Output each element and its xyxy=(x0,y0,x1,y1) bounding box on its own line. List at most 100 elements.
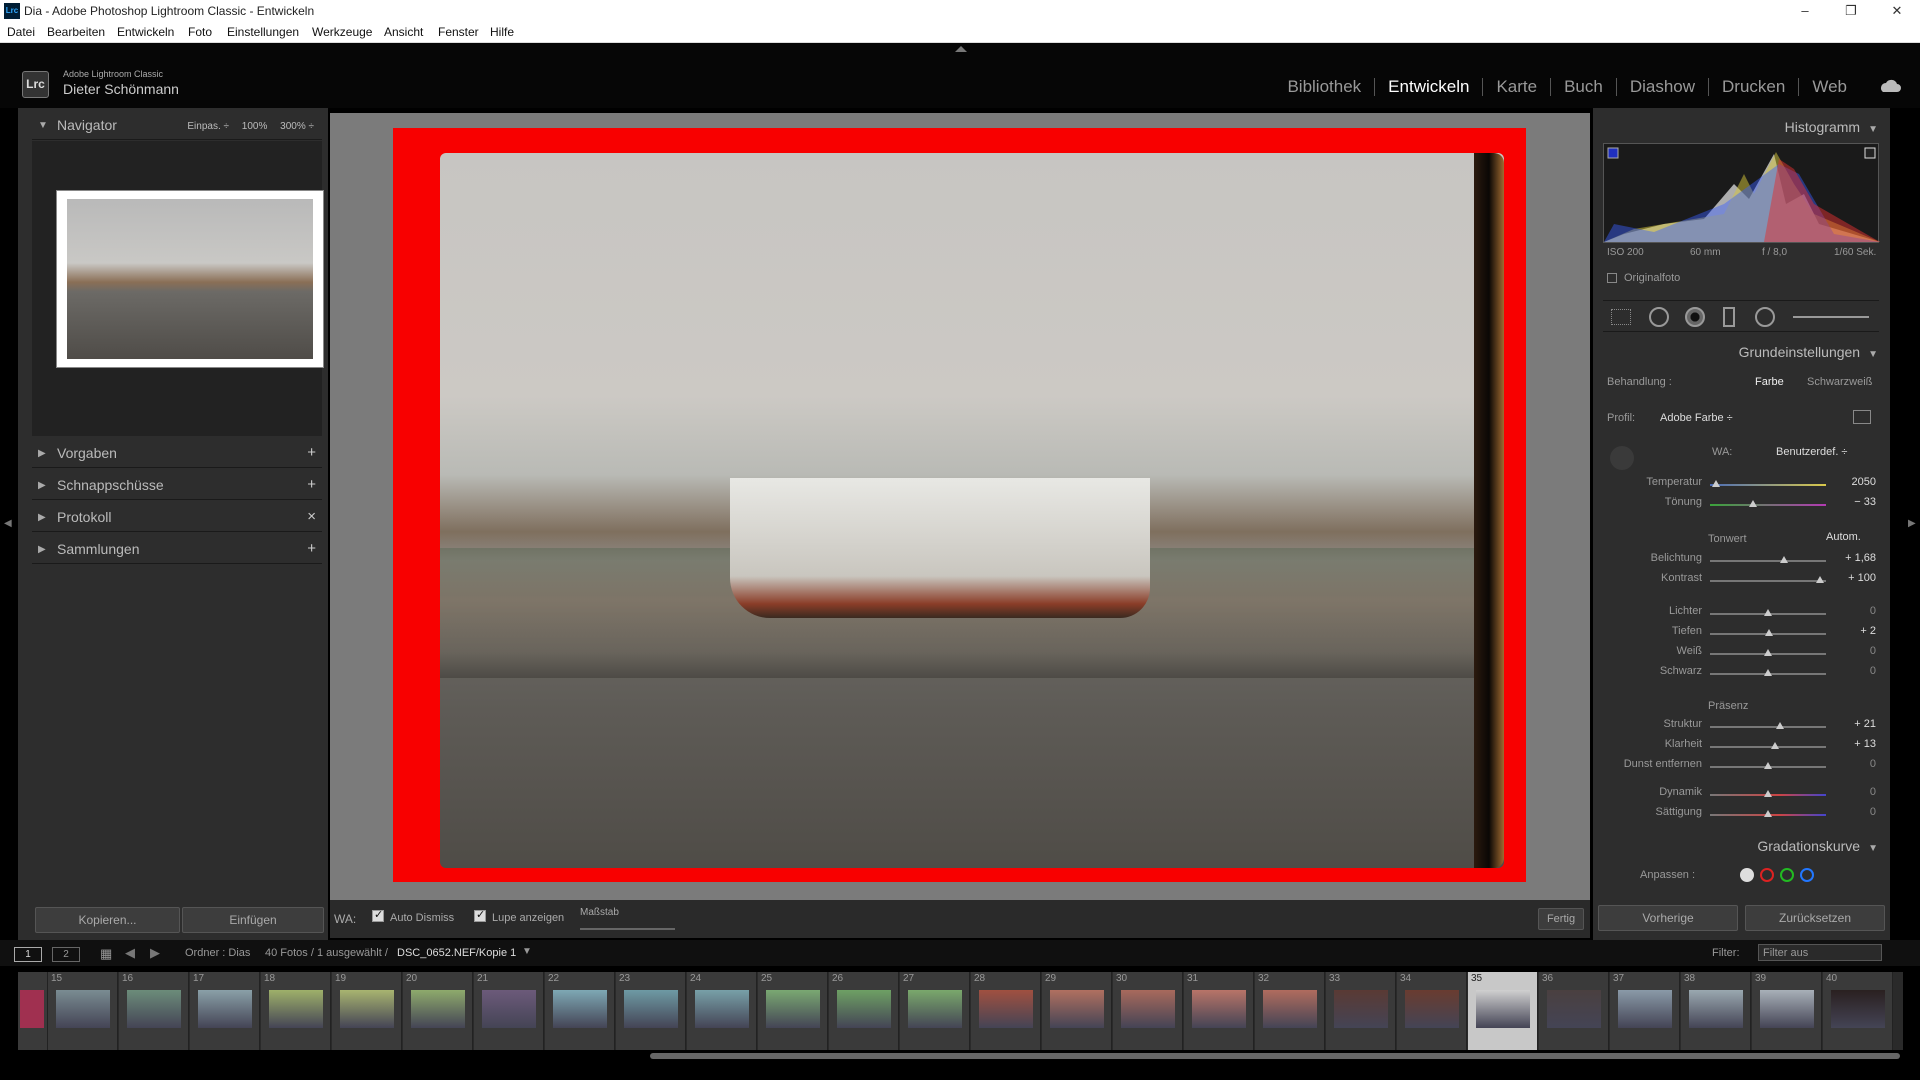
slider-knob[interactable] xyxy=(1764,762,1772,769)
zoom-fit[interactable]: Einpas. ÷ xyxy=(187,121,229,132)
module-karte[interactable]: Karte xyxy=(1483,78,1552,96)
filmstrip-frame[interactable]: 27 xyxy=(900,972,970,1050)
tone-curve-header[interactable]: Gradationskurve ▼ xyxy=(1757,838,1878,854)
histogram[interactable] xyxy=(1603,143,1880,243)
loupe-checkbox[interactable] xyxy=(474,908,486,922)
scale-slider[interactable] xyxy=(580,928,675,930)
treatment-color[interactable]: Farbe xyxy=(1755,376,1784,388)
filmstrip-frame[interactable]: 15 xyxy=(48,972,118,1050)
filmstrip-frame[interactable]: 24 xyxy=(687,972,757,1050)
slider-value[interactable]: 0 xyxy=(1816,605,1876,617)
slider-track[interactable] xyxy=(1710,480,1826,487)
copy-button[interactable]: Kopieren... xyxy=(35,907,180,933)
menu-einstellungen[interactable]: Einstellungen xyxy=(227,25,299,39)
maximize-button[interactable]: ❐ xyxy=(1828,0,1874,22)
slider-knob[interactable] xyxy=(1770,742,1779,749)
curve-rgb-icon[interactable] xyxy=(1740,868,1754,882)
navigator-preview[interactable] xyxy=(32,141,324,436)
slider-track[interactable] xyxy=(1710,576,1826,583)
slider-knob[interactable] xyxy=(1711,480,1720,487)
curve-blue-icon[interactable] xyxy=(1800,868,1814,882)
slider-track[interactable] xyxy=(1710,762,1826,769)
clear-history-icon[interactable]: × xyxy=(307,508,316,525)
back-arrow-icon[interactable]: ◀ xyxy=(125,945,135,961)
slider-value[interactable]: 2050 xyxy=(1816,476,1876,488)
wb-picker-icon[interactable] xyxy=(1610,446,1634,470)
filmstrip-frame[interactable]: 19 xyxy=(332,972,402,1050)
slider-knob[interactable] xyxy=(1748,500,1757,507)
current-file[interactable]: DSC_0652.NEF/Kopie 1 xyxy=(397,947,516,959)
module-diashow[interactable]: Diashow xyxy=(1617,78,1710,96)
menu-fenster[interactable]: Fenster xyxy=(438,25,479,39)
filmstrip-frame[interactable]: 40 xyxy=(1823,972,1893,1050)
slider-value[interactable]: + 2 xyxy=(1816,625,1876,637)
filmstrip-frame[interactable]: 30 xyxy=(1113,972,1183,1050)
slider-knob[interactable] xyxy=(1764,790,1772,797)
file-dropdown-icon[interactable]: ▼ xyxy=(522,946,532,957)
radial-filter-icon[interactable] xyxy=(1755,307,1775,327)
menu-hilfe[interactable]: Hilfe xyxy=(490,25,514,39)
slider-value[interactable]: 0 xyxy=(1816,806,1876,818)
filmstrip-frame[interactable]: 20 xyxy=(403,972,473,1050)
reset-button[interactable]: Zurücksetzen xyxy=(1745,905,1885,931)
slider-knob[interactable] xyxy=(1764,649,1772,656)
zoom-300[interactable]: 300% ÷ xyxy=(280,121,314,132)
cloud-icon[interactable] xyxy=(1878,79,1902,93)
collapse-top-icon[interactable] xyxy=(955,46,967,52)
panel-vorgaben[interactable]: ▶ Vorgaben + xyxy=(32,438,322,468)
slider-track[interactable] xyxy=(1710,556,1826,563)
menu-datei[interactable]: Datei xyxy=(7,25,35,39)
filmstrip-frame[interactable]: 18 xyxy=(261,972,331,1050)
minimize-button[interactable]: – xyxy=(1782,0,1828,22)
treatment-bw[interactable]: Schwarzweiß xyxy=(1807,376,1872,388)
source-label[interactable]: Ordner : Dias xyxy=(185,947,250,959)
add-collection-icon[interactable]: + xyxy=(307,540,316,557)
filmstrip-frame[interactable]: 32 xyxy=(1255,972,1325,1050)
brand-user[interactable]: Dieter Schönmann xyxy=(63,81,179,97)
navigator-header[interactable]: ▼ Navigator Einpas. ÷ 100% 300% ÷ xyxy=(32,110,322,140)
curve-green-icon[interactable] xyxy=(1780,868,1794,882)
grid-view-icon[interactable]: ▦ xyxy=(100,946,112,962)
slider-value[interactable]: − 33 xyxy=(1816,496,1876,508)
right-panel-toggle-icon[interactable]: ▶ xyxy=(1908,518,1916,529)
slider-track[interactable] xyxy=(1710,609,1826,616)
histogram-header[interactable]: Histogramm ▼ xyxy=(1785,119,1878,135)
done-button[interactable]: Fertig xyxy=(1538,908,1584,930)
photo-preview[interactable] xyxy=(440,153,1504,868)
panel-sammlungen[interactable]: ▶ Sammlungen + xyxy=(32,534,322,564)
crop-tool-icon[interactable] xyxy=(1611,309,1631,325)
menu-werkzeuge[interactable]: Werkzeuge xyxy=(312,25,372,39)
forward-arrow-icon[interactable]: ▶ xyxy=(150,945,160,961)
basic-panel-header[interactable]: Grundeinstellungen ▼ xyxy=(1739,344,1878,360)
second-window-button[interactable]: 2 xyxy=(52,947,80,962)
filmstrip-scrollbar[interactable] xyxy=(650,1053,1900,1059)
filmstrip-frame[interactable]: 16 xyxy=(119,972,189,1050)
graduated-filter-icon[interactable] xyxy=(1723,307,1735,327)
module-drucken[interactable]: Drucken xyxy=(1709,78,1800,96)
wb-tool-label[interactable]: WA: xyxy=(334,912,356,926)
module-bibliothek[interactable]: Bibliothek xyxy=(1274,78,1376,96)
slider-value[interactable]: 0 xyxy=(1816,645,1876,657)
wb-dropdown[interactable]: Benutzerdef. ÷ xyxy=(1776,446,1847,458)
left-panel-toggle-icon[interactable]: ◀ xyxy=(4,518,12,529)
module-buch[interactable]: Buch xyxy=(1551,78,1617,96)
filmstrip-frame[interactable]: 35 xyxy=(1468,972,1538,1050)
paste-button[interactable]: Einfügen xyxy=(182,907,324,933)
menu-foto[interactable]: Foto xyxy=(188,25,212,39)
auto-tone-button[interactable]: Autom. xyxy=(1826,531,1861,543)
slider-value[interactable]: + 1,68 xyxy=(1816,552,1876,564)
filmstrip-frame[interactable]: 33 xyxy=(1326,972,1396,1050)
slider-track[interactable] xyxy=(1710,629,1826,636)
adjustment-brush-slider[interactable] xyxy=(1793,316,1869,318)
module-entwickeln[interactable]: Entwickeln xyxy=(1375,78,1484,96)
profile-browser-icon[interactable] xyxy=(1853,410,1871,424)
slider-knob[interactable] xyxy=(1764,669,1772,676)
slider-track[interactable] xyxy=(1710,649,1826,656)
module-web[interactable]: Web xyxy=(1799,78,1860,96)
filmstrip-frame[interactable]: 21 xyxy=(474,972,544,1050)
slider-track[interactable] xyxy=(1710,722,1826,729)
slider-knob[interactable] xyxy=(1764,810,1772,817)
profile-dropdown[interactable]: Adobe Farbe ÷ xyxy=(1660,412,1733,424)
add-preset-icon[interactable]: + xyxy=(307,444,316,461)
slider-track[interactable] xyxy=(1710,669,1826,676)
